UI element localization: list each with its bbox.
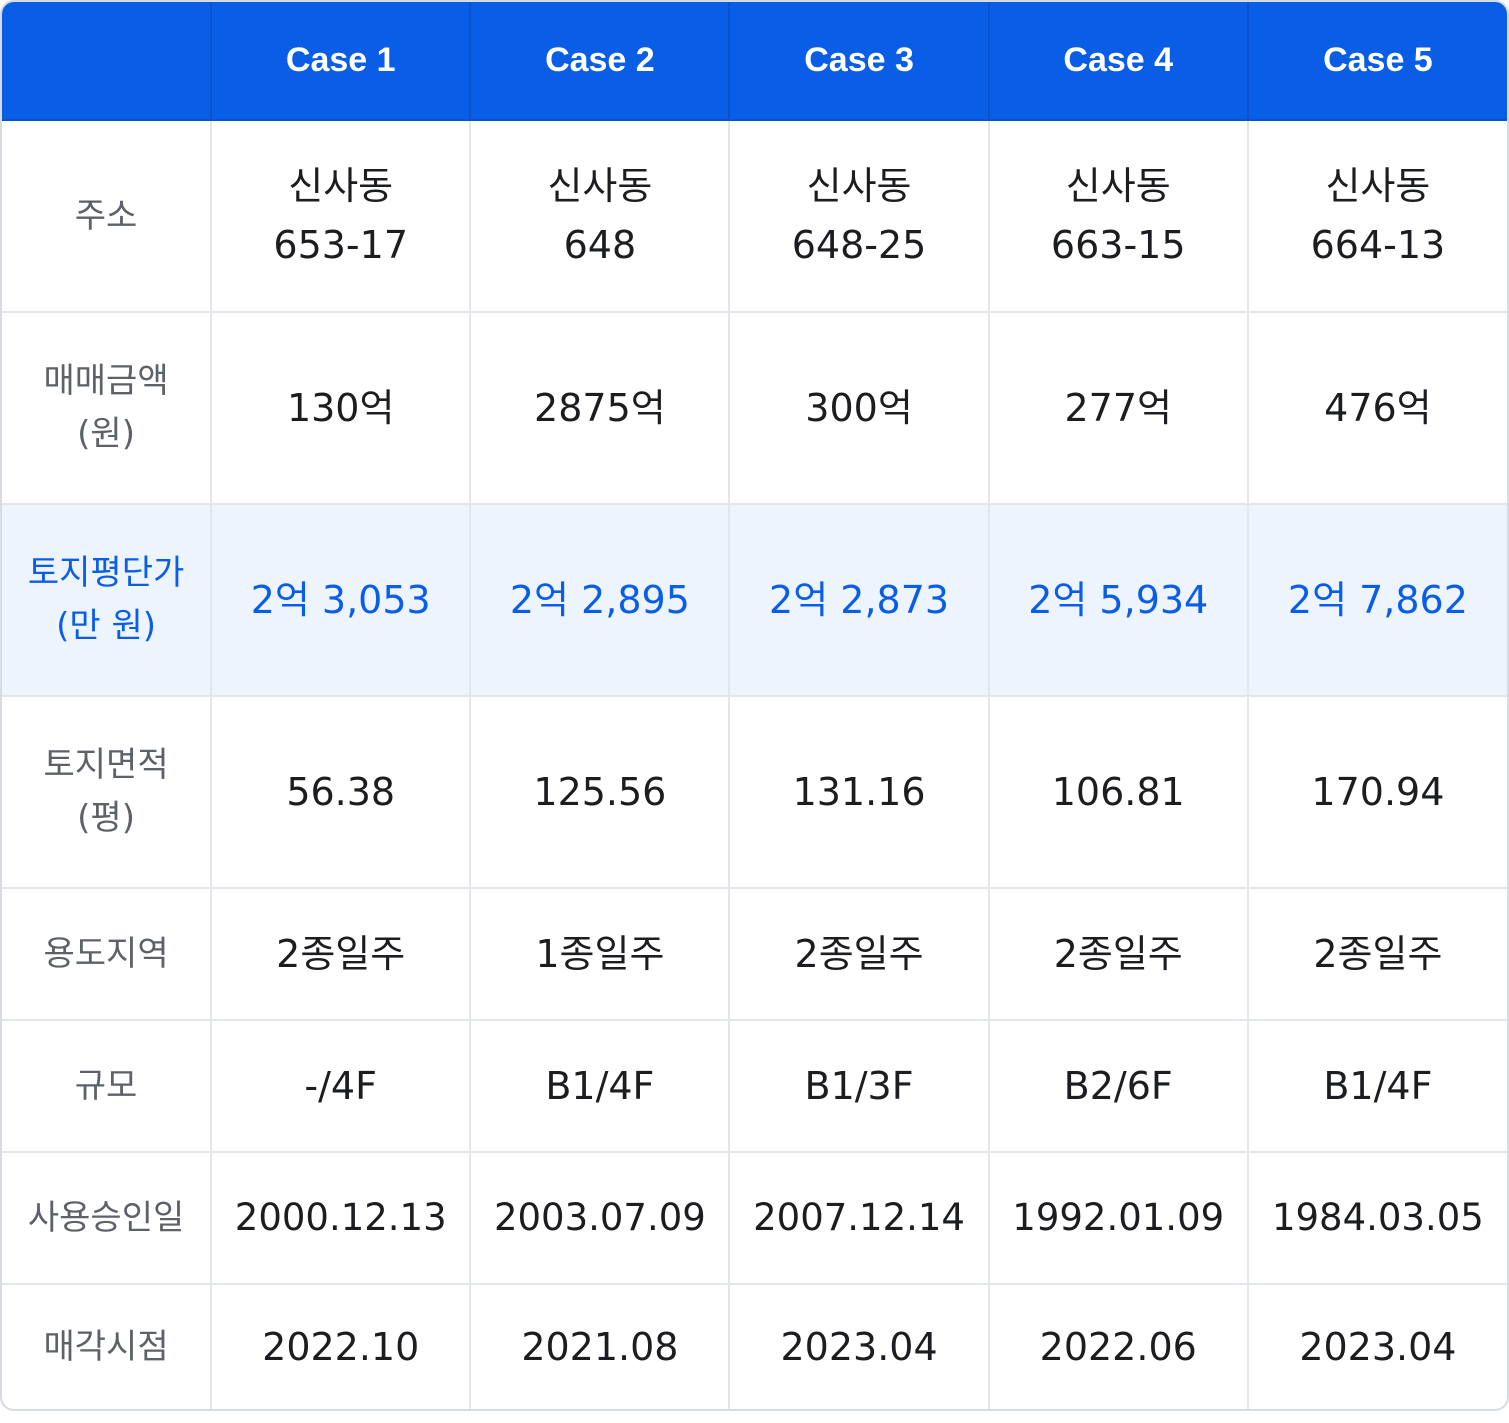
address-line1: 신사동 xyxy=(1325,164,1431,209)
cell-land-area-case-1: 56.38 xyxy=(210,695,472,889)
label-line2: (평) xyxy=(77,798,135,838)
cell-land-unit-price-case-2: 2억 2,895 xyxy=(469,503,731,697)
header-row: Case 1 Case 2 Case 3 Case 4 Case 5 xyxy=(2,2,1507,121)
cell-zoning-case-3: 2종일주 xyxy=(728,887,990,1021)
row-label-zoning: 용도지역 xyxy=(2,887,213,1021)
row-label-sale-time: 매각시점 xyxy=(2,1283,213,1409)
cell-address-case-3: 신사동 648-25 xyxy=(728,119,990,313)
row-label-land-unit-price: 토지평단가 (만 원) xyxy=(2,503,213,697)
cell-scale-case-5: B1/4F xyxy=(1246,1019,1507,1153)
cell-approval-date-case-2: 2003.07.09 xyxy=(469,1151,731,1285)
address-line1: 신사동 xyxy=(288,164,394,209)
row-land-area: 토지면적 (평) 56.38 125.56 131.16 106.81 170.9… xyxy=(2,695,1507,889)
row-label-land-area: 토지면적 (평) xyxy=(2,695,213,889)
address-line1: 신사동 xyxy=(806,164,912,209)
label-line1: 토지면적 xyxy=(43,745,169,786)
cell-address-case-5: 신사동 664-13 xyxy=(1246,119,1507,313)
address-line1: 신사동 xyxy=(1065,164,1171,209)
comparison-table-card: Case 1 Case 2 Case 3 Case 4 Case 5 주소 신사… xyxy=(0,0,1509,1411)
cell-zoning-case-5: 2종일주 xyxy=(1246,887,1507,1021)
cell-sale-price-case-2: 2875억 xyxy=(469,311,731,505)
cell-approval-date-case-5: 1984.03.05 xyxy=(1246,1151,1507,1285)
cell-land-unit-price-case-5: 2억 7,862 xyxy=(1246,503,1507,697)
header-case-5: Case 5 xyxy=(1246,2,1507,121)
row-land-unit-price: 토지평단가 (만 원) 2억 3,053 2억 2,895 2억 2,873 2억… xyxy=(2,503,1507,697)
header-case-3: Case 3 xyxy=(728,2,990,121)
row-label-scale: 규모 xyxy=(2,1019,213,1153)
building-sales-comparison-table: Case 1 Case 2 Case 3 Case 4 Case 5 주소 신사… xyxy=(2,2,1507,1409)
cell-land-area-case-2: 125.56 xyxy=(469,695,731,889)
row-label-address: 주소 xyxy=(2,119,213,313)
cell-land-area-case-3: 131.16 xyxy=(728,695,990,889)
label-line2: (원) xyxy=(77,414,135,454)
cell-sale-time-case-2: 2021.08 xyxy=(469,1283,731,1409)
row-label-sale-price: 매매금액 (원) xyxy=(2,311,213,505)
row-sale-time: 매각시점 2022.10 2021.08 2023.04 2022.06 202… xyxy=(2,1283,1507,1409)
row-label-approval-date: 사용승인일 xyxy=(2,1151,213,1285)
cell-sale-price-case-5: 476억 xyxy=(1246,311,1507,505)
row-address: 주소 신사동 653-17 신사동 648 신사동 648-25 신사동 663-15 … xyxy=(2,119,1507,313)
cell-scale-case-2: B1/4F xyxy=(469,1019,731,1153)
header-case-2: Case 2 xyxy=(469,2,731,121)
cell-approval-date-case-4: 1992.01.09 xyxy=(987,1151,1249,1285)
cell-land-area-case-5: 170.94 xyxy=(1246,695,1507,889)
cell-land-unit-price-case-3: 2억 2,873 xyxy=(728,503,990,697)
cell-sale-price-case-3: 300억 xyxy=(728,311,990,505)
cell-land-unit-price-case-4: 2억 5,934 xyxy=(987,503,1249,697)
cell-zoning-case-4: 2종일주 xyxy=(987,887,1249,1021)
cell-scale-case-1: -/4F xyxy=(210,1019,472,1153)
cell-land-unit-price-case-1: 2억 3,053 xyxy=(210,503,472,697)
cell-address-case-1: 신사동 653-17 xyxy=(210,119,472,313)
cell-approval-date-case-3: 2007.12.14 xyxy=(728,1151,990,1285)
cell-sale-price-case-4: 277억 xyxy=(987,311,1249,505)
cell-sale-price-case-1: 130억 xyxy=(210,311,472,505)
row-approval-date: 사용승인일 2000.12.13 2003.07.09 2007.12.14 1… xyxy=(2,1151,1507,1285)
cell-zoning-case-1: 2종일주 xyxy=(210,887,472,1021)
header-corner-cell xyxy=(2,2,213,121)
row-scale: 규모 -/4F B1/4F B1/3F B2/6F B1/4F xyxy=(2,1019,1507,1153)
cell-address-case-4: 신사동 663-15 xyxy=(987,119,1249,313)
address-line2: 664-13 xyxy=(1310,223,1446,267)
cell-scale-case-4: B2/6F xyxy=(987,1019,1249,1153)
cell-zoning-case-2: 1종일주 xyxy=(469,887,731,1021)
label-line2: (만 원) xyxy=(56,606,157,646)
address-line2: 648-25 xyxy=(791,223,927,267)
address-line1: 신사동 xyxy=(547,164,653,209)
address-line2: 653-17 xyxy=(273,223,409,267)
cell-sale-time-case-5: 2023.04 xyxy=(1246,1283,1507,1409)
row-zoning: 용도지역 2종일주 1종일주 2종일주 2종일주 2종일주 xyxy=(2,887,1507,1021)
cell-approval-date-case-1: 2000.12.13 xyxy=(210,1151,472,1285)
cell-sale-time-case-4: 2022.06 xyxy=(987,1283,1249,1409)
cell-scale-case-3: B1/3F xyxy=(728,1019,990,1153)
address-line2: 648 xyxy=(563,223,637,267)
label-line1: 토지평단가 xyxy=(27,553,185,594)
label-line1: 매매금액 xyxy=(43,361,169,402)
row-sale-price: 매매금액 (원) 130억 2875억 300억 277억 476억 xyxy=(2,311,1507,505)
header-case-4: Case 4 xyxy=(987,2,1249,121)
cell-address-case-2: 신사동 648 xyxy=(469,119,731,313)
header-case-1: Case 1 xyxy=(210,2,472,121)
cell-sale-time-case-3: 2023.04 xyxy=(728,1283,990,1409)
address-line2: 663-15 xyxy=(1050,223,1186,267)
cell-sale-time-case-1: 2022.10 xyxy=(210,1283,472,1409)
cell-land-area-case-4: 106.81 xyxy=(987,695,1249,889)
